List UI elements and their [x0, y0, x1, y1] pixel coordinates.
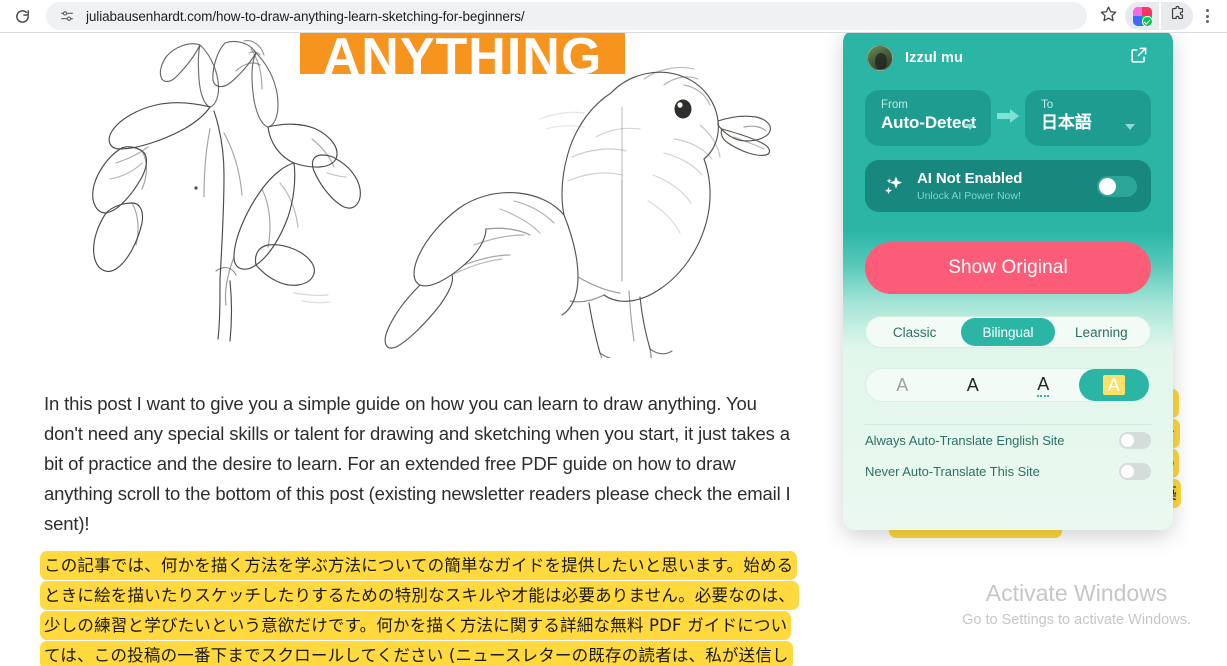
site-settings-icon[interactable] [58, 7, 76, 25]
three-dot-menu-icon [1205, 9, 1209, 12]
mode-tab-bilingual[interactable]: Bilingual [961, 318, 1055, 346]
paragraph-english: In this post I want to give you a simple… [44, 393, 791, 534]
always-auto-translate-toggle[interactable] [1119, 432, 1151, 449]
letter-a-icon: A [966, 375, 979, 395]
setting-always-auto-translate[interactable]: Always Auto-Translate English Site [865, 425, 1151, 456]
watermark-title: Activate Windows [985, 580, 1168, 606]
translator-panel: Izzul mu From Auto-Detect To 日本語 AI Not … [843, 30, 1173, 530]
article-body: In this post I want to give you a simple… [44, 389, 796, 666]
mode-tab-group: Classic Bilingual Learning [865, 316, 1151, 348]
sketch-canvas [44, 33, 785, 358]
target-language-select[interactable]: To 日本語 [1025, 90, 1151, 146]
translator-extension-icon [1132, 6, 1152, 26]
language-selector-row: From Auto-Detect To 日本語 [843, 90, 1173, 146]
arrow-right-icon [996, 108, 1020, 129]
style-plain-option[interactable]: A [867, 369, 938, 401]
chevron-down-icon [965, 124, 975, 130]
target-language-value: 日本語 [1041, 113, 1092, 133]
star-icon [1100, 5, 1117, 27]
ai-status-title: AI Not Enabled [917, 169, 1023, 187]
chevron-down-icon [1125, 124, 1135, 130]
puzzle-icon [1169, 5, 1186, 27]
source-language-value: Auto-Detect [881, 113, 977, 132]
browser-toolbar: juliabausenhardt.com/how-to-draw-anythin… [0, 0, 1227, 32]
mode-tab-classic[interactable]: Classic [868, 318, 961, 346]
activate-windows-watermark: Activate Windows Go to Settings to activ… [962, 578, 1191, 630]
show-original-button[interactable]: Show Original [865, 242, 1151, 294]
source-language-label: From [881, 99, 908, 111]
style-bold-option[interactable]: A [938, 369, 1009, 401]
toggle-knob [1099, 177, 1116, 195]
ai-status-text: AI Not Enabled Unlock AI Power Now! [917, 170, 1022, 203]
reload-button[interactable] [8, 2, 36, 30]
ai-status-subtitle: Unlock AI Power Now! [917, 189, 1021, 202]
reload-icon [14, 8, 31, 25]
hero-banner-text: ANYTHING [322, 33, 603, 74]
translation-block: この記事では、何かを描く方法を学ぶ方法についての簡単なガイドを提供したいと思いま… [44, 551, 796, 666]
chrome-menu-button[interactable] [1195, 2, 1219, 30]
toolbar-divider [0, 32, 1227, 33]
extensions-button[interactable] [1161, 2, 1193, 30]
letter-a-icon: A [1037, 374, 1050, 397]
letter-a-icon: A [1102, 375, 1125, 395]
user-avatar[interactable] [867, 45, 893, 71]
target-language-label: To [1041, 99, 1054, 111]
toolbar-actions [1093, 2, 1219, 30]
ai-toggle[interactable] [1097, 175, 1137, 197]
ai-status-card[interactable]: AI Not Enabled Unlock AI Power Now! [865, 160, 1151, 212]
never-auto-translate-toggle[interactable] [1119, 463, 1151, 480]
text-style-group: A A A A [865, 368, 1151, 402]
mode-tab-learning[interactable]: Learning [1055, 318, 1148, 346]
source-language-select[interactable]: From Auto-Detect [865, 90, 991, 146]
style-highlight-option[interactable]: A [1078, 369, 1149, 401]
setting-label: Never Auto-Translate This Site [865, 464, 1040, 479]
watermark-subtitle: Go to Settings to activate Windows. [962, 612, 1191, 628]
hero-illustration: ANYTHING [44, 33, 785, 358]
bookmark-button[interactable] [1093, 2, 1123, 30]
style-dotted-underline-option[interactable]: A [1008, 369, 1079, 401]
translator-extension-button[interactable] [1125, 2, 1159, 30]
paragraph-japanese: この記事では、何かを描く方法を学ぶ方法についての簡単なガイドを提供したいと思いま… [44, 555, 796, 666]
share-button[interactable] [1125, 45, 1151, 71]
address-bar-url[interactable]: juliabausenhardt.com/how-to-draw-anythin… [86, 9, 525, 24]
letter-a-icon: A [896, 375, 909, 395]
setting-label: Always Auto-Translate English Site [865, 433, 1065, 448]
setting-never-auto-translate[interactable]: Never Auto-Translate This Site [865, 456, 1151, 487]
share-icon [1129, 46, 1148, 70]
language-direction-arrow [991, 108, 1025, 129]
address-bar[interactable]: juliabausenhardt.com/how-to-draw-anythin… [46, 2, 1087, 30]
toggle-knob [1121, 465, 1134, 478]
sparkle-icon [881, 174, 907, 198]
toggle-knob [1121, 434, 1134, 447]
panel-header: Izzul mu [843, 30, 1173, 86]
panel-user-name: Izzul mu [905, 50, 963, 66]
hero-banner: ANYTHING [300, 33, 625, 74]
